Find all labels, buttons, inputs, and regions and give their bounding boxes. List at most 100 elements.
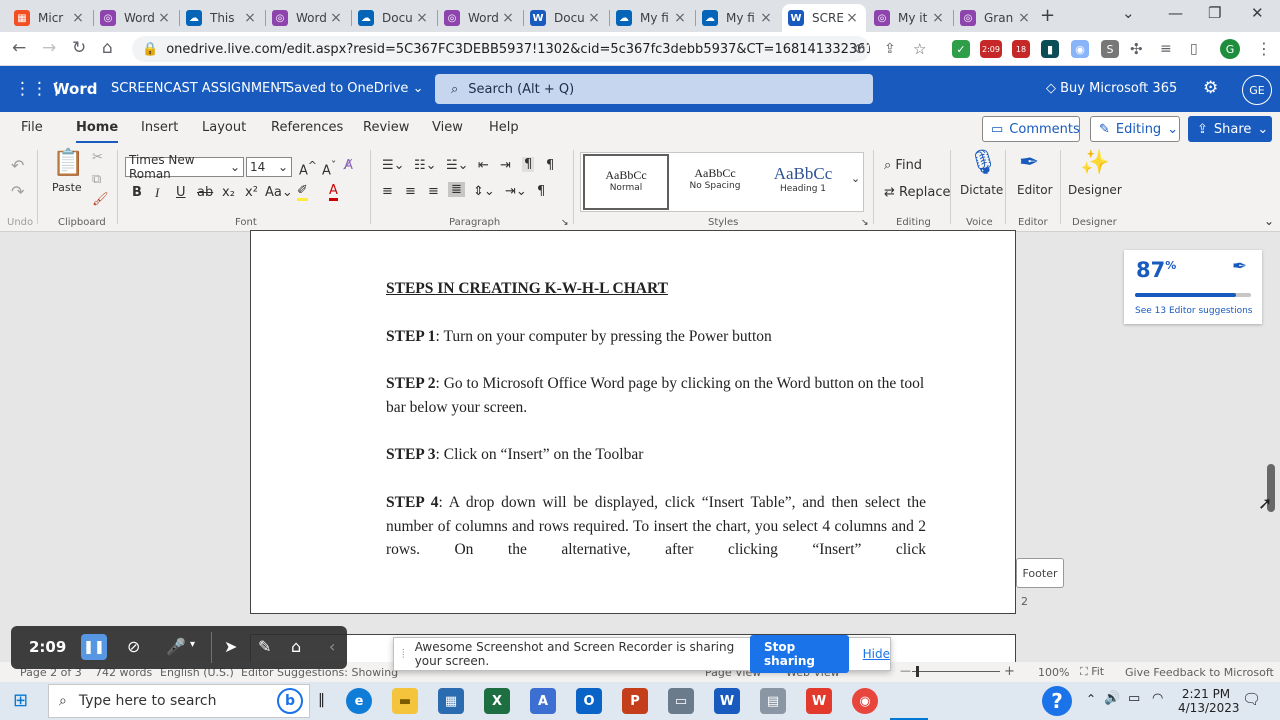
underline-button[interactable]: U bbox=[176, 185, 186, 200]
share-button[interactable]: ⇪ Share ⌄ bbox=[1188, 116, 1272, 142]
tab-home[interactable]: Home bbox=[76, 120, 119, 143]
justify-icon[interactable]: ≣ bbox=[448, 182, 465, 197]
browser-tab[interactable]: ☁ My fi × bbox=[610, 4, 694, 32]
lens-extension-icon[interactable]: ◉ bbox=[1071, 40, 1089, 58]
increase-indent-icon[interactable]: ⇥ bbox=[500, 158, 511, 173]
excel-icon[interactable]: X bbox=[484, 688, 510, 714]
paste-label[interactable]: Paste bbox=[52, 181, 82, 194]
tab-layout[interactable]: Layout bbox=[202, 120, 246, 135]
browser-tab[interactable]: ◎ My it × bbox=[868, 4, 952, 32]
wifi-icon[interactable]: ◠ bbox=[1152, 691, 1163, 706]
pointer-icon[interactable]: ➤ bbox=[224, 637, 237, 656]
clear-format-icon[interactable]: A̸ bbox=[344, 158, 353, 173]
buy-m365-link[interactable]: ◇ Buy Microsoft 365 bbox=[1046, 81, 1177, 96]
browser-tab[interactable]: ☁ This × bbox=[180, 4, 264, 32]
close-tab-icon[interactable]: × bbox=[1016, 10, 1032, 26]
tab-file[interactable]: File bbox=[21, 120, 43, 135]
close-window-icon[interactable]: ✕ bbox=[1251, 4, 1264, 22]
zoom-level[interactable]: 100% bbox=[1038, 666, 1069, 679]
zoom-slider-thumb[interactable] bbox=[916, 666, 919, 677]
powerpoint-icon[interactable]: P bbox=[622, 688, 648, 714]
microphone-icon[interactable]: 🎙 bbox=[968, 148, 998, 176]
zoom-slider[interactable] bbox=[912, 671, 1000, 672]
styles-launcher-icon[interactable]: ↘ bbox=[861, 218, 869, 228]
superscript-button[interactable]: x² bbox=[245, 185, 258, 200]
paragraph-spacing-icon[interactable]: ⇥⌄ bbox=[505, 184, 527, 199]
battery-icon[interactable]: ▭ bbox=[1128, 691, 1140, 706]
home-icon[interactable]: ⌂ bbox=[102, 38, 113, 58]
editor-score-card[interactable]: 87% ✒ See 13 Editor suggestions bbox=[1124, 250, 1262, 324]
address-bar[interactable]: 🔒 onedrive.live.com/edit.aspx?resid=5C36… bbox=[132, 36, 870, 62]
close-tab-icon[interactable]: × bbox=[844, 10, 860, 26]
share-page-icon[interactable]: ⇪ bbox=[884, 41, 896, 57]
numbering-icon[interactable]: ☷⌄ bbox=[414, 158, 437, 173]
browser-tab[interactable]: ◎ Word × bbox=[94, 4, 178, 32]
bold-button[interactable]: B bbox=[132, 185, 142, 200]
feedback-link[interactable]: Give Feedback to Microsoft bbox=[1125, 666, 1274, 679]
multilevel-list-icon[interactable]: ☱⌄ bbox=[446, 158, 469, 173]
style-normal[interactable]: AaBbCc Normal bbox=[583, 154, 669, 210]
clock[interactable]: 2:21 PM 4/13/2023 bbox=[1178, 687, 1240, 715]
taskbar-search[interactable]: ⌕ Type here to search b bbox=[48, 684, 310, 718]
broom-icon[interactable]: ⌂ bbox=[291, 637, 301, 656]
profile-avatar[interactable]: G bbox=[1220, 39, 1240, 59]
pen-icon[interactable]: ✎ bbox=[258, 637, 271, 656]
tab-search-icon[interactable]: ⌄ bbox=[1122, 4, 1135, 22]
pause-icon[interactable]: ❚❚ bbox=[81, 634, 107, 660]
browser-tab[interactable]: ☁ Docu × bbox=[352, 4, 436, 32]
help-icon[interactable]: ? bbox=[1042, 686, 1072, 716]
grow-font-icon[interactable]: A^ bbox=[299, 159, 317, 178]
bing-icon[interactable]: b bbox=[277, 688, 303, 714]
font-size-select[interactable]: 14 ⌄ bbox=[246, 157, 292, 177]
zoom-in-icon[interactable]: + bbox=[1004, 664, 1015, 679]
notification-icon[interactable]: 🗨 bbox=[1242, 690, 1261, 708]
reload-icon[interactable]: ↻ bbox=[72, 38, 86, 58]
close-tab-icon[interactable]: × bbox=[586, 10, 602, 26]
new-tab-button[interactable]: + bbox=[1040, 5, 1055, 26]
document-page[interactable]: STEPS IN CREATING K-W-H-L CHART STEP 1: … bbox=[250, 230, 1016, 614]
close-tab-icon[interactable]: × bbox=[672, 10, 688, 26]
fit-button[interactable]: ⛶ Fit bbox=[1080, 665, 1104, 679]
style-heading-1[interactable]: AaBbCc Heading 1 bbox=[760, 154, 846, 210]
save-status[interactable]: - Saved to OneDrive ⌄ bbox=[277, 81, 423, 96]
font-color-button[interactable]: A bbox=[329, 184, 338, 201]
minimize-icon[interactable]: — bbox=[1168, 4, 1183, 22]
tab-insert[interactable]: Insert bbox=[141, 120, 178, 135]
windows-start-icon[interactable]: ⊞ bbox=[13, 690, 28, 711]
browser-menu-icon[interactable]: ⋮ bbox=[1256, 39, 1272, 58]
zoom-out-icon[interactable]: — bbox=[900, 664, 911, 677]
collapse-icon[interactable]: ‹ bbox=[329, 637, 335, 656]
drag-handle-icon[interactable]: ⦙ bbox=[402, 647, 405, 662]
media-icon[interactable]: ≡ bbox=[1160, 41, 1172, 57]
terminal-extension-icon[interactable]: ▮ bbox=[1041, 40, 1059, 58]
browser-tab[interactable]: ☁ My fi × bbox=[696, 4, 780, 32]
font-name-select[interactable]: Times New Roman ⌄ bbox=[125, 153, 244, 181]
chevron-down-icon[interactable]: ▾ bbox=[190, 639, 195, 650]
shrink-font-icon[interactable]: Aˇ bbox=[322, 159, 336, 178]
maximize-icon[interactable]: ❐ bbox=[1208, 4, 1221, 22]
app-a-icon[interactable]: A bbox=[530, 688, 556, 714]
replace-button[interactable]: ⇄ Replace bbox=[884, 185, 950, 200]
app-name[interactable]: Word bbox=[53, 80, 97, 98]
align-right-icon[interactable]: ≡ bbox=[428, 184, 439, 199]
file-explorer-icon[interactable]: ▬ bbox=[392, 688, 418, 714]
doc-title[interactable]: SCREENCAST ASSIGNMENT bbox=[111, 81, 288, 96]
recorder-extension-icon[interactable]: 2:09 bbox=[980, 40, 1002, 58]
browser-tab[interactable]: ▦ Micr × bbox=[8, 4, 92, 32]
undo-icon[interactable]: ↶ bbox=[11, 156, 24, 175]
redo-icon[interactable]: ↷ bbox=[11, 182, 24, 201]
shield-extension-icon[interactable]: ✓ bbox=[952, 40, 970, 58]
copy-icon[interactable]: ⧉ bbox=[92, 172, 101, 187]
chrome-taskbar-icon[interactable]: ◉ bbox=[852, 688, 878, 714]
styles-more-icon[interactable]: ⌄ bbox=[851, 172, 860, 185]
paste-icon[interactable]: 📋 bbox=[52, 148, 84, 178]
browser-tab[interactable]: W SCRE × bbox=[782, 4, 866, 32]
close-tab-icon[interactable]: × bbox=[70, 10, 86, 26]
microphone-icon[interactable]: 🎤 bbox=[166, 637, 186, 656]
edge-icon[interactable]: e bbox=[346, 688, 372, 714]
close-tab-icon[interactable]: × bbox=[758, 10, 774, 26]
browser-tab[interactable]: ◎ Gran × bbox=[954, 4, 1038, 32]
browser-tab[interactable]: ◎ Word × bbox=[266, 4, 350, 32]
forward-icon[interactable]: → bbox=[42, 38, 56, 58]
editor-pen-icon[interactable]: ✒ bbox=[1019, 148, 1039, 176]
